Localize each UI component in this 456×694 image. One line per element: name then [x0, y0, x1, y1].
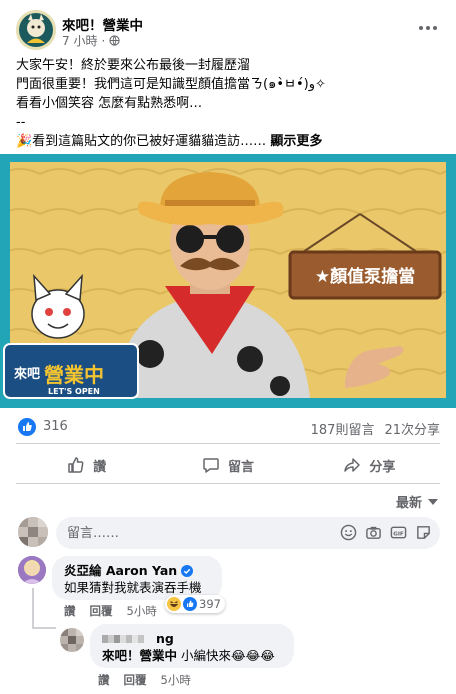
camera-icon[interactable]	[365, 524, 382, 541]
reply-like-link[interactable]: 讚	[98, 672, 110, 688]
gif-icon[interactable]: GIF	[390, 524, 407, 541]
post-stats: 316 187則留言 21次分享	[16, 414, 440, 440]
like-button[interactable]: 讚	[16, 450, 157, 480]
reply-text-body: 小編快來😂😂😂	[177, 648, 275, 663]
comment-composer: GIF	[16, 516, 440, 550]
page-avatar[interactable]	[16, 10, 56, 50]
composer-icons: GIF	[340, 524, 432, 541]
replier-name-suffix[interactable]: ng	[156, 630, 174, 647]
comment-sort-dropdown[interactable]: 最新	[396, 492, 438, 511]
post-text: 大家午安！終於要來公布最後一封履歷溜 門面很重要！我們這可是知識型顏值擔當ㄋ(๑…	[16, 56, 446, 151]
commenter-name-row: 炎亞綸 Aaron Yan	[64, 562, 210, 579]
share-icon	[344, 458, 361, 472]
logo-text-main: 營業中	[44, 363, 104, 387]
my-avatar[interactable]	[18, 517, 48, 547]
reply-time[interactable]: 5小時	[161, 672, 191, 688]
like-reaction-icon[interactable]	[18, 418, 36, 436]
reply-reply-link[interactable]: 回覆	[124, 672, 147, 688]
haha-reaction-icon	[167, 597, 181, 611]
like-button-label: 讚	[93, 459, 107, 475]
post-image-illustration: ★顏值泵擔當 來吧 營業中 LET'S OPEN	[0, 154, 456, 408]
post-text-line: 看看小個笑容 怎麼有點熟悉啊…	[16, 96, 203, 111]
emoji-icon[interactable]	[340, 524, 357, 541]
sign-text: ★顏值泵擔當	[315, 266, 415, 287]
comment-count[interactable]: 187則留言	[311, 419, 375, 438]
commenter-avatar[interactable]	[18, 556, 46, 584]
post-image[interactable]: ★顏值泵擔當 來吧 營業中 LET'S OPEN	[0, 154, 456, 408]
post-text-line: 門面很重要！我們這可是知識型顏值擔當ㄋ(๑•̀ㅂ•́)و✧	[16, 77, 326, 92]
share-button-label: 分享	[369, 459, 396, 475]
comment-actions: 讚 回覆 5小時	[64, 603, 157, 619]
post-meta: 7 小時 ·	[62, 32, 120, 49]
thread-line	[32, 588, 34, 628]
action-bar: 讚 留言 分享	[16, 450, 440, 480]
sort-label: 最新	[395, 496, 422, 511]
share-button[interactable]: 分享	[299, 450, 440, 480]
comment-icon	[203, 458, 219, 473]
comment-like-link[interactable]: 讚	[64, 603, 76, 619]
post-header: 來吧！營業中 7 小時 ·	[16, 10, 440, 50]
globe-icon	[109, 35, 120, 46]
comment-reactions[interactable]: 397	[165, 595, 225, 613]
reply-text: 來吧！營業中 小編快來😂😂😂	[102, 647, 282, 664]
replier-name-row: ng	[102, 630, 282, 647]
page-name[interactable]: 來吧！營業中	[62, 14, 143, 34]
svg-text:GIF: GIF	[393, 531, 404, 537]
commenter-name[interactable]: 炎亞綸 Aaron Yan	[64, 562, 177, 579]
stats-right: 187則留言 21次分享	[311, 419, 440, 438]
comment-time[interactable]: 5小時	[127, 603, 157, 619]
like-count[interactable]: 316	[43, 419, 68, 434]
sticker-icon[interactable]	[415, 524, 432, 541]
comment-bubble: 炎亞綸 Aaron Yan 如果猜對我就表演吞手機	[52, 556, 222, 600]
thread-line	[32, 627, 56, 629]
post-text-line: --	[16, 115, 26, 130]
divider	[16, 443, 440, 444]
comment-button[interactable]: 留言	[157, 450, 298, 480]
comment-text: 如果猜對我就表演吞手機	[64, 580, 202, 595]
divider	[16, 483, 440, 484]
comment-reaction-count: 397	[199, 597, 221, 611]
replier-avatar[interactable]	[60, 628, 84, 652]
logo-text-sub: LET'S OPEN	[48, 387, 100, 396]
reply-bubble: ng 來吧！營業中 小編快來😂😂😂	[90, 624, 294, 668]
caret-down-icon	[428, 498, 438, 505]
comment-button-label: 留言	[227, 459, 254, 475]
post-time[interactable]: 7 小時	[62, 32, 97, 49]
comment-reply-link[interactable]: 回覆	[90, 603, 113, 619]
logo-text-top: 來吧	[14, 366, 40, 382]
share-count[interactable]: 21次分享	[384, 419, 440, 438]
post-text-last-line: 🎉看到這篇貼文的你已被好運貓貓造訪…… 顯示更多	[16, 132, 446, 151]
thumbs-up-icon	[68, 457, 84, 473]
like-reaction-icon	[183, 597, 197, 611]
see-more-link[interactable]: 顯示更多	[270, 134, 322, 149]
post-text-line: 🎉看到這篇貼文的你已被好運貓貓造訪……	[16, 134, 267, 149]
facebook-post: 來吧！營業中 7 小時 · 大家午安！終於要來公布最後一封履歷溜 門面很重要！我…	[0, 0, 456, 694]
reply-actions: 讚 回覆 5小時	[98, 672, 191, 688]
page-mention-link[interactable]: 來吧！營業中	[102, 648, 177, 663]
post-text-line: 大家午安！終於要來公布最後一封履歷溜	[16, 58, 251, 73]
blurred-name	[102, 634, 144, 643]
more-options-icon[interactable]	[416, 18, 440, 38]
verified-badge-icon	[181, 564, 194, 577]
